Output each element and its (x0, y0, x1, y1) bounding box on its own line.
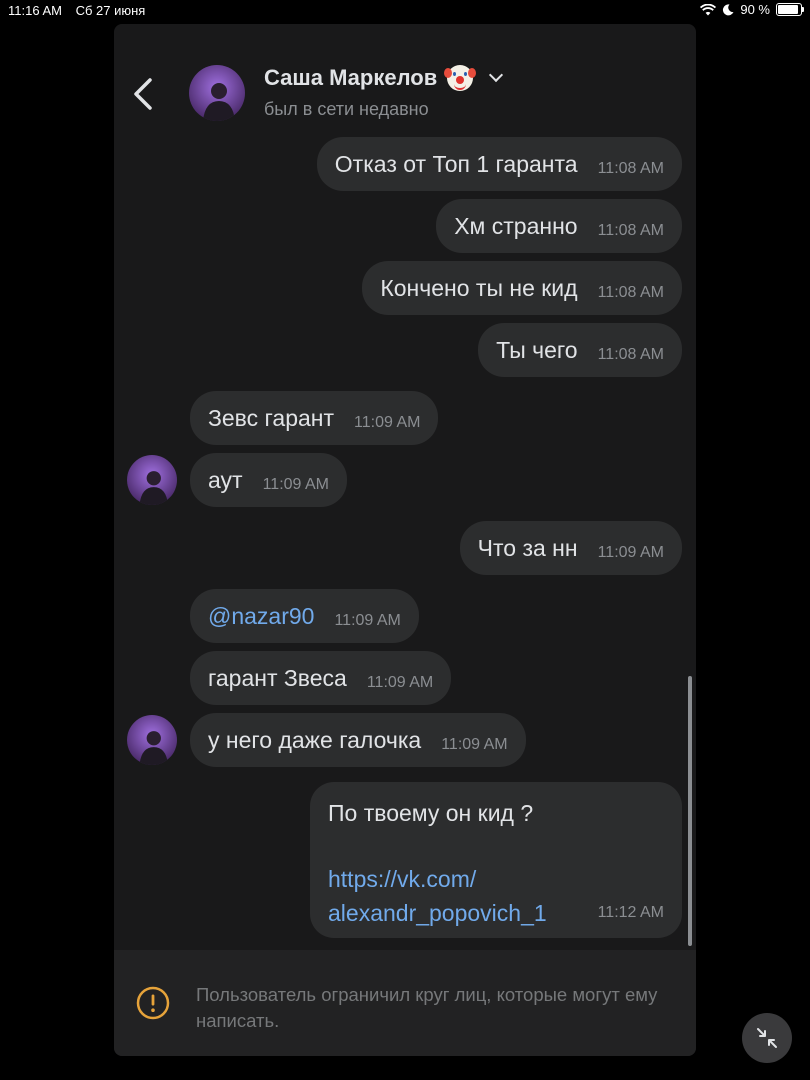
avatar[interactable] (127, 455, 177, 505)
message-bubble[interactable]: Что за нн 11:09 AM (459, 521, 682, 575)
notice-text: Пользователь ограничил круг лиц, которые… (196, 984, 658, 1031)
message-bubble-with-link[interactable]: По твоему он кид ? https://vk.com/ alexa… (310, 782, 682, 938)
contact-name[interactable]: Саша Маркелов (264, 65, 504, 91)
message-bubble[interactable]: у него даже галочка 11:09 AM (190, 713, 526, 767)
message-text: Что за нн (477, 534, 578, 561)
message-time: 11:12 AM (597, 904, 664, 921)
message-bubble[interactable]: Отказ от Топ 1 гаранта 11:08 AM (316, 137, 682, 191)
message-bubble[interactable]: Зевс гарант 11:09 AM (190, 391, 439, 445)
mention-link[interactable]: @nazar90 (208, 603, 314, 630)
message-time: 11:08 AM (597, 284, 664, 301)
message-text: у него даже галочка (208, 726, 422, 753)
avatar[interactable] (189, 65, 245, 121)
message-time: 11:09 AM (354, 414, 421, 431)
warning-icon (136, 986, 170, 1020)
collapse-icon (757, 1028, 777, 1048)
message-text: Отказ от Топ 1 гаранта (334, 150, 578, 177)
message-time: 11:09 AM (597, 544, 664, 561)
message-text: По твоему он кид ? (328, 800, 534, 826)
write-restriction-notice: Пользователь ограничил круг лиц, которые… (114, 950, 696, 1056)
message-text: Хм странно (454, 212, 578, 239)
message-time: 11:08 AM (597, 222, 664, 239)
message-bubble[interactable]: гарант Звеса 11:09 AM (190, 651, 452, 705)
status-time: 11:16 AM (8, 3, 62, 18)
status-bar: 11:16 AM Сб 27 июня 90 % (0, 0, 810, 22)
message-bubble[interactable]: @nazar90 11:09 AM (190, 589, 419, 643)
wifi-icon (700, 3, 717, 15)
message-text: гарант Звеса (208, 664, 347, 691)
message-text: Кончено ты не кид (380, 274, 578, 301)
message-time: 11:09 AM (334, 612, 401, 629)
message-time: 11:09 AM (366, 674, 434, 691)
moon-icon (723, 3, 734, 15)
battery-icon (776, 3, 804, 16)
message-text: Зевс гарант (208, 404, 335, 431)
message-time: 11:09 AM (441, 736, 508, 753)
message-time: 11:08 AM (597, 160, 664, 177)
contact-name-text: Саша Маркелов (264, 65, 438, 90)
message-bubble[interactable]: Хм странно 11:08 AM (436, 199, 682, 253)
chevron-down-icon[interactable] (489, 67, 504, 83)
chat-header: Саша Маркелов был в сети недавно (114, 24, 696, 134)
message-time: 11:08 AM (597, 346, 664, 363)
message-text: аут (208, 466, 243, 493)
message-text: Ты чего (496, 336, 578, 363)
back-arrow-icon[interactable] (130, 76, 158, 112)
battery-percent: 90 % (740, 2, 770, 17)
message-bubble[interactable]: Ты чего 11:08 AM (478, 323, 682, 377)
contact-status: был в сети недавно (264, 99, 429, 119)
message-bubble[interactable]: Кончено ты не кид 11:08 AM (362, 261, 682, 315)
avatar[interactable] (127, 715, 177, 765)
message-bubble[interactable]: аут 11:09 AM (190, 453, 347, 507)
status-date: Сб 27 июня (75, 3, 146, 18)
profile-link-line1[interactable]: https://vk.com/ (328, 862, 664, 896)
collapse-button[interactable] (742, 1013, 792, 1063)
clown-face-icon (444, 65, 474, 91)
chat-window: Саша Маркелов был в сети недавно Отказ о… (114, 24, 696, 1056)
scrollbar[interactable] (688, 676, 692, 946)
message-time: 11:09 AM (262, 476, 329, 493)
